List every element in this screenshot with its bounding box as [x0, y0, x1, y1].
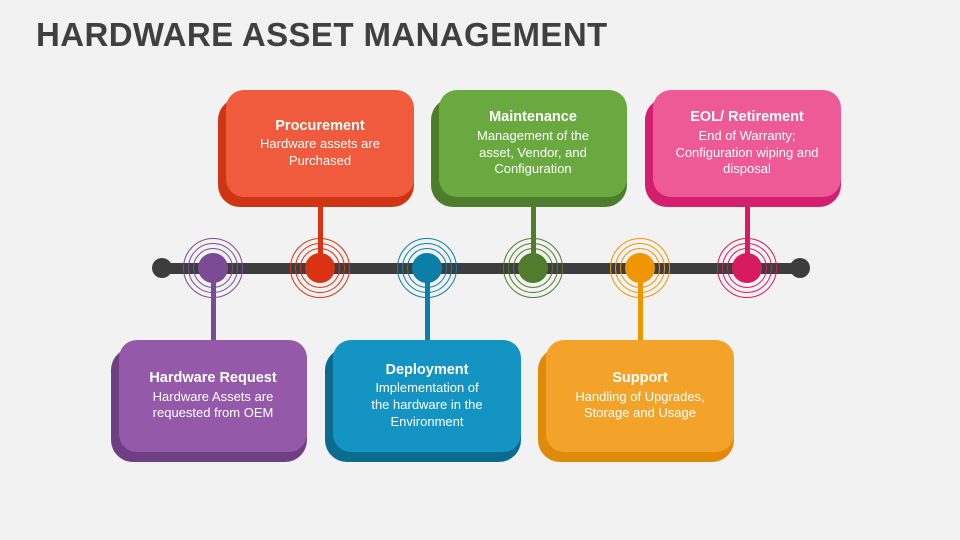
stage-card-face[interactable]: Hardware Request Hardware Assets are requ… [119, 340, 307, 452]
stage-description: Implementation of the hardware in the En… [371, 380, 483, 429]
marker-dot-icon [732, 253, 762, 283]
marker-maintenance[interactable] [503, 238, 563, 298]
stage-card-hardware-request[interactable]: Hardware Request Hardware Assets are requ… [111, 340, 307, 462]
stage-description: Handling of Upgrades, Storage and Usage [575, 388, 705, 421]
marker-dot-icon [305, 253, 335, 283]
marker-eol-retirement[interactable] [717, 238, 777, 298]
timeline-axis [162, 263, 802, 274]
stage-description: Management of the asset, Vendor, and Con… [476, 127, 590, 177]
stage-card-face[interactable]: EOL/ Retirement End of Warranty; Configur… [653, 90, 841, 197]
stage-card-face[interactable]: Deployment Implementation of the hardware… [333, 340, 521, 452]
stage-title: Procurement [275, 117, 365, 134]
page-title: HARDWARE ASSET MANAGEMENT [36, 16, 608, 53]
stage-description: End of Warranty; Configuration wiping an… [675, 127, 819, 177]
stage-card-face[interactable]: Procurement Hardware assets are Purchased [226, 90, 414, 197]
stage-card-procurement[interactable]: Procurement Hardware assets are Purchased [218, 90, 414, 207]
marker-procurement[interactable] [290, 238, 350, 298]
stage-card-maintenance[interactable]: Maintenance Management of the asset, Vend… [431, 90, 627, 207]
stage-description: Hardware assets are Purchased [260, 136, 380, 168]
marker-support[interactable] [610, 238, 670, 298]
marker-dot-icon [518, 253, 548, 283]
marker-dot-icon [412, 253, 442, 283]
stage-title: Deployment [385, 361, 469, 378]
stage-title: Hardware Request [149, 370, 277, 387]
marker-dot-icon [625, 253, 655, 283]
stage-card-support[interactable]: Support Handling of Upgrades, Storage and… [538, 340, 734, 462]
stage-card-eol-retirement[interactable]: EOL/ Retirement End of Warranty; Configur… [645, 90, 841, 207]
marker-deployment[interactable] [397, 238, 457, 298]
timeline-end-dot [790, 258, 810, 278]
stage-description: Hardware Assets are requested from OEM [152, 388, 274, 421]
stage-title: Support [612, 370, 668, 387]
stage-card-deployment[interactable]: Deployment Implementation of the hardware… [325, 340, 521, 462]
stage-title: EOL/ Retirement [690, 109, 804, 126]
marker-hardware-request[interactable] [183, 238, 243, 298]
timeline-start-dot [152, 258, 172, 278]
stage-card-face[interactable]: Maintenance Management of the asset, Vend… [439, 90, 627, 197]
marker-dot-icon [198, 253, 228, 283]
stage-title: Maintenance [489, 109, 577, 126]
slide-canvas: HARDWARE ASSET MANAGEMENT Hardware Reque… [0, 0, 960, 540]
stage-card-face[interactable]: Support Handling of Upgrades, Storage and… [546, 340, 734, 452]
